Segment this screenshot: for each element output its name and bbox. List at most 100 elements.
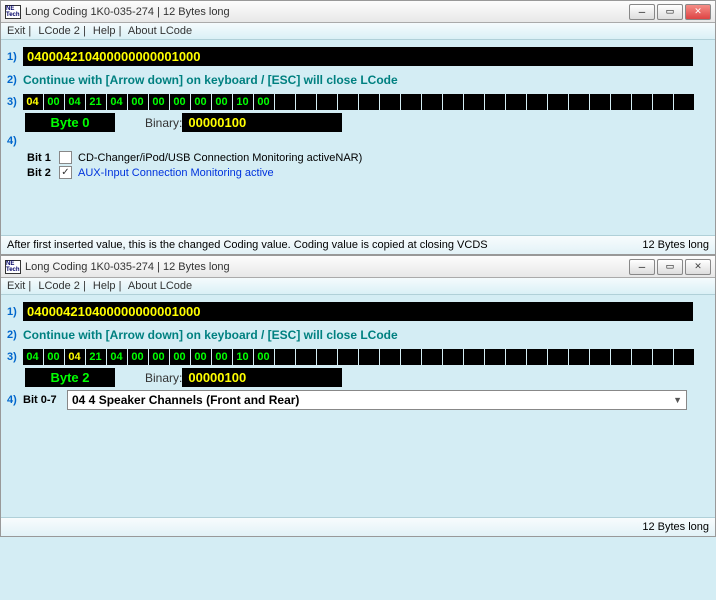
byte-cell <box>422 349 442 365</box>
byte-cell[interactable]: 00 <box>191 94 211 110</box>
app-icon: NE Tech <box>5 260 21 274</box>
bit07-label: Bit 0-7 <box>23 394 67 406</box>
byte-cell[interactable]: 00 <box>128 349 148 365</box>
byte-cell <box>464 94 484 110</box>
maximize-button[interactable]: ▭ <box>657 4 683 20</box>
byte-cell <box>443 349 463 365</box>
byte-cell[interactable]: 00 <box>170 94 190 110</box>
byte-cell <box>338 94 358 110</box>
byte-cell <box>317 94 337 110</box>
byte-cell[interactable]: 10 <box>233 349 253 365</box>
menu-exit[interactable]: Exit | <box>7 25 31 37</box>
byte-cell[interactable]: 00 <box>44 94 64 110</box>
menubar: Exit | LCode 2 | Help | About LCode <box>1 23 715 40</box>
menu-help[interactable]: Help | <box>93 280 122 292</box>
byte-cell <box>380 94 400 110</box>
byte-cell[interactable]: 04 <box>65 349 85 365</box>
byte-cell <box>506 94 526 110</box>
status-left <box>7 521 642 533</box>
binary-label: Binary: <box>145 116 182 130</box>
menu-about[interactable]: About LCode <box>128 280 192 292</box>
coding-value: 040004210400000000001000 <box>23 47 693 66</box>
byte-cell <box>464 349 484 365</box>
byte-array: 040004210400000000001000 <box>23 349 695 365</box>
window-controls: ─ ▭ ✕ <box>629 4 711 20</box>
bit2-checkbox[interactable]: ✓ <box>59 166 72 179</box>
byte-cell[interactable]: 04 <box>65 94 85 110</box>
chevron-down-icon: ▼ <box>673 395 682 405</box>
byte-cell <box>590 94 610 110</box>
byte-cell <box>359 349 379 365</box>
byte-cell[interactable]: 04 <box>23 94 43 110</box>
close-button[interactable]: ✕ <box>685 4 711 20</box>
statusbar: 12 Bytes long <box>1 517 715 536</box>
close-button[interactable]: ✕ <box>685 259 711 275</box>
menu-lcode2[interactable]: LCode 2 | <box>38 25 86 37</box>
byte-array: 040004210400000000001000 <box>23 94 695 110</box>
row1-label: 1) <box>7 306 23 318</box>
byte-cell <box>548 349 568 365</box>
menu-lcode2[interactable]: LCode 2 | <box>38 280 86 292</box>
byte-cell <box>485 94 505 110</box>
byte-cell[interactable]: 10 <box>233 94 253 110</box>
bit2-text: AUX-Input Connection Monitoring active <box>78 167 274 179</box>
binary-value: 00000100 <box>182 113 342 132</box>
byte-cell[interactable]: 00 <box>191 349 211 365</box>
byte-cell[interactable]: 00 <box>44 349 64 365</box>
byte-cell <box>611 94 631 110</box>
titlebar: NE Tech Long Coding 1K0-035-274 | 12 Byt… <box>1 1 715 23</box>
byte-cell[interactable]: 00 <box>170 349 190 365</box>
byte-cell <box>590 349 610 365</box>
menu-about[interactable]: About LCode <box>128 25 192 37</box>
byte-cell <box>527 94 547 110</box>
byte-cell[interactable]: 04 <box>107 94 127 110</box>
byte-cell[interactable]: 00 <box>149 94 169 110</box>
byte-cell[interactable]: 00 <box>149 349 169 365</box>
bit1-text: CD-Changer/iPod/USB Connection Monitorin… <box>78 152 362 164</box>
byte-cell[interactable]: 04 <box>23 349 43 365</box>
row2-label: 2) <box>7 329 23 341</box>
row3-label: 3) <box>7 351 23 363</box>
maximize-button[interactable]: ▭ <box>657 259 683 275</box>
app-icon: NE Tech <box>5 5 21 19</box>
bit07-dropdown[interactable]: 04 4 Speaker Channels (Front and Rear) ▼ <box>67 390 687 410</box>
byte-cell <box>548 94 568 110</box>
byte-cell <box>275 94 295 110</box>
byte-cell <box>569 94 589 110</box>
byte-cell[interactable]: 04 <box>107 349 127 365</box>
byte-cell <box>569 349 589 365</box>
byte-cell[interactable]: 00 <box>212 349 232 365</box>
status-right: 12 Bytes long <box>642 521 709 533</box>
byte-cell <box>611 349 631 365</box>
byte-cell <box>674 94 694 110</box>
byte-cell[interactable]: 00 <box>254 349 274 365</box>
menu-exit[interactable]: Exit | <box>7 280 31 292</box>
byte-cell[interactable]: 00 <box>254 94 274 110</box>
byte-cell <box>296 94 316 110</box>
minimize-button[interactable]: ─ <box>629 259 655 275</box>
coding-value: 040004210400000000001000 <box>23 302 693 321</box>
minimize-button[interactable]: ─ <box>629 4 655 20</box>
byte-cell <box>653 94 673 110</box>
menu-help[interactable]: Help | <box>93 25 122 37</box>
byte-cell <box>401 349 421 365</box>
hint-text: Continue with [Arrow down] on keyboard /… <box>23 73 398 87</box>
byte-cell <box>485 349 505 365</box>
status-right: 12 Bytes long <box>642 239 709 251</box>
row4-label: 4) <box>7 135 23 147</box>
byte-cell[interactable]: 21 <box>86 94 106 110</box>
byte-cell[interactable]: 00 <box>212 94 232 110</box>
byte-cell <box>527 349 547 365</box>
window-title: Long Coding 1K0-035-274 | 12 Bytes long <box>25 6 629 18</box>
byte-cell <box>506 349 526 365</box>
status-left: After first inserted value, this is the … <box>7 239 642 251</box>
byte-cell[interactable]: 21 <box>86 349 106 365</box>
menubar: Exit | LCode 2 | Help | About LCode <box>1 278 715 295</box>
byte-cell <box>296 349 316 365</box>
byte-cell[interactable]: 00 <box>128 94 148 110</box>
row4-label: 4) <box>7 394 23 406</box>
bit1-checkbox[interactable] <box>59 151 72 164</box>
statusbar: After first inserted value, this is the … <box>1 235 715 254</box>
byte-cell <box>422 94 442 110</box>
byte-cell <box>674 349 694 365</box>
